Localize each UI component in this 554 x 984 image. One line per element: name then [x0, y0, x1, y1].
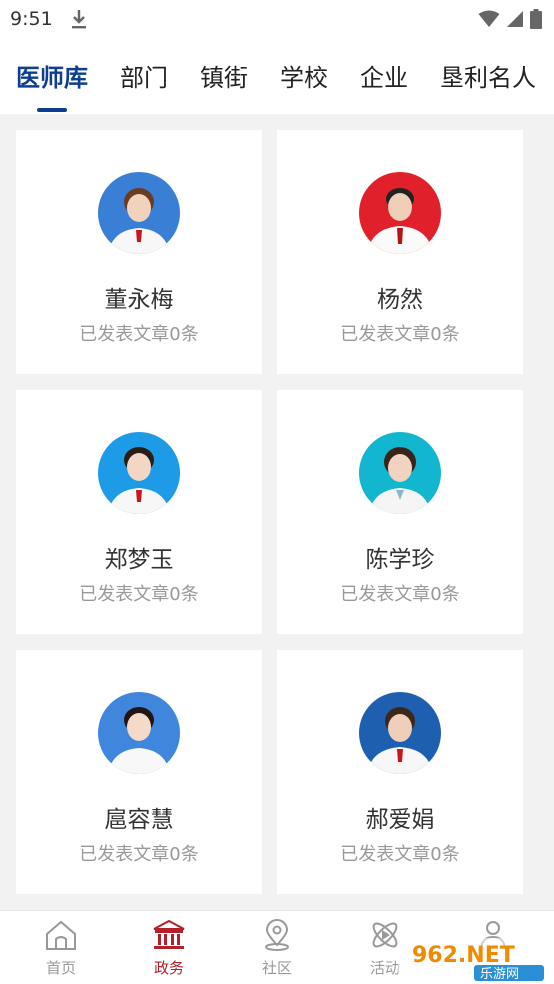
doctor-card[interactable]: 郝爱娟 已发表文章0条: [277, 650, 523, 894]
doctor-avatar: [98, 172, 180, 254]
tab-departments[interactable]: 部门: [120, 58, 168, 93]
home-icon: [46, 920, 76, 950]
doctor-avatar: [359, 172, 441, 254]
article-count: 已发表文章0条: [340, 844, 460, 865]
doctor-name: 陈学珍: [365, 547, 435, 573]
status-bar: 9:51: [0, 0, 554, 40]
doctor-name: 扈容慧: [104, 807, 174, 833]
watermark-text-top: 962.NET: [412, 943, 515, 968]
activity-icon: [372, 922, 398, 948]
article-count: 已发表文章0条: [340, 584, 460, 605]
doctor-avatar: [359, 692, 441, 774]
signal-icon: [507, 11, 523, 27]
doctor-card[interactable]: 扈容慧 已发表文章0条: [16, 650, 262, 894]
article-count: 已发表文章0条: [340, 324, 460, 345]
watermark-text-bottom: 乐游网: [480, 967, 519, 982]
tab-doctor-library[interactable]: 医师库: [16, 58, 88, 93]
nav-community[interactable]: 社区: [242, 919, 312, 978]
download-icon: [72, 10, 86, 29]
doctor-card[interactable]: 董永梅 已发表文章0条: [16, 130, 262, 374]
battery-icon: [530, 9, 542, 29]
tab-schools[interactable]: 学校: [280, 58, 328, 93]
government-icon: [153, 919, 185, 949]
wifi-icon: [478, 10, 500, 27]
doctor-avatar: [98, 692, 180, 774]
doctor-card[interactable]: 杨然 已发表文章0条: [277, 130, 523, 374]
doctor-card[interactable]: 陈学珍 已发表文章0条: [277, 390, 523, 634]
category-tabs: 医师库 部门 镇街 学校 企业 垦利名人: [0, 40, 554, 114]
doctor-avatar: [98, 432, 180, 514]
doctor-name: 董永梅: [104, 287, 174, 313]
doctor-name: 郝爱娟: [365, 807, 435, 833]
article-count: 已发表文章0条: [79, 584, 199, 605]
location-pin-icon: [265, 919, 289, 951]
doctor-name: 郑梦玉: [104, 547, 174, 573]
nav-home-label: 首页: [45, 959, 76, 977]
watermark-logo: 962.NET 乐游网: [398, 938, 548, 982]
article-count: 已发表文章0条: [79, 324, 199, 345]
nav-government-label: 政务: [153, 959, 184, 977]
doctor-avatar: [359, 432, 441, 514]
tab-towns[interactable]: 镇街: [200, 58, 248, 93]
status-time: 9:51: [10, 8, 53, 30]
doctor-name: 杨然: [377, 287, 423, 313]
doctor-card[interactable]: 郑梦玉 已发表文章0条: [16, 390, 262, 634]
nav-community-label: 社区: [261, 959, 292, 977]
tab-enterprises[interactable]: 企业: [360, 58, 408, 93]
nav-government[interactable]: 政务: [134, 919, 204, 978]
active-tab-indicator: [37, 108, 67, 112]
tab-celebrities[interactable]: 垦利名人: [440, 58, 536, 93]
nav-home[interactable]: 首页: [26, 919, 96, 978]
article-count: 已发表文章0条: [79, 844, 199, 865]
